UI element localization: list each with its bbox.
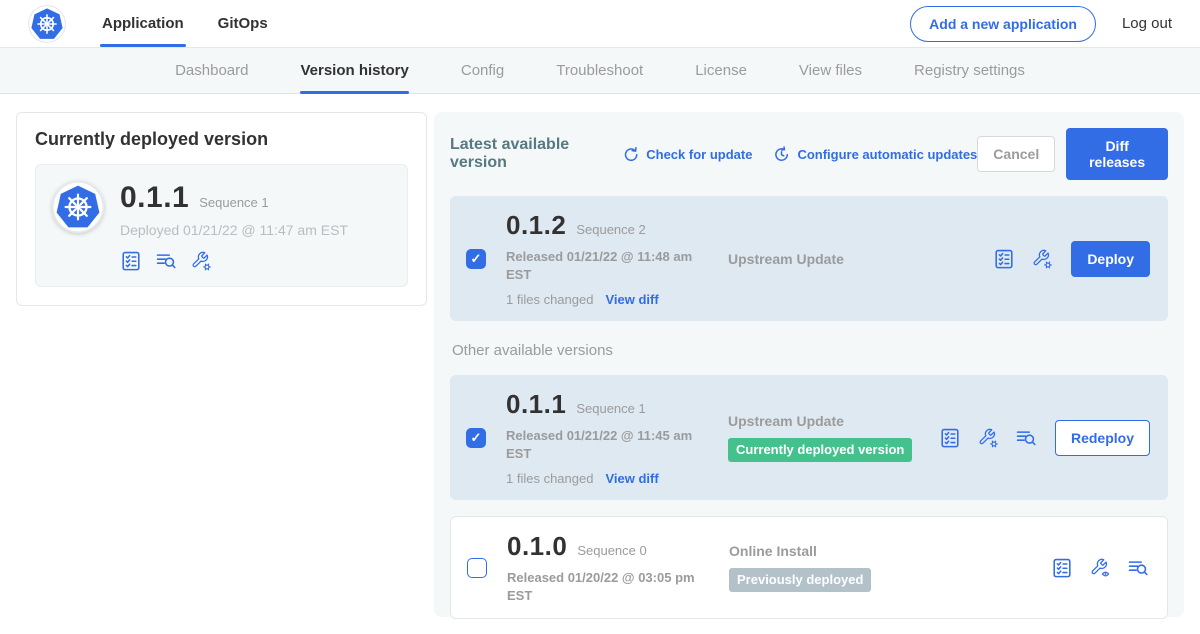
tab-view-files[interactable]: View files <box>799 48 862 93</box>
refresh-icon <box>621 145 640 164</box>
files-changed-label: 1 files changed <box>506 471 593 486</box>
release-notes-icon[interactable] <box>993 248 1015 270</box>
sequence-label: Sequence 2 <box>576 222 645 237</box>
release-notes-icon[interactable] <box>939 427 961 449</box>
version-checkbox[interactable]: ✓ <box>466 428 486 448</box>
version-checkbox[interactable] <box>467 558 487 578</box>
other-available-versions-title: Other available versions <box>452 342 1168 359</box>
deployed-sequence-label: Sequence 1 <box>199 195 268 210</box>
version-number: 0.1.1 <box>506 389 566 420</box>
kots-admin-console: Application GitOps Add a new application… <box>0 0 1200 634</box>
release-notes-icon[interactable] <box>120 250 142 272</box>
currently-deployed-card: Currently deployed version 0.1.1 Sequenc… <box>16 112 427 306</box>
version-history-page: Currently deployed version 0.1.1 Sequenc… <box>0 94 1200 634</box>
diff-releases-button[interactable]: Diff releases <box>1066 128 1168 180</box>
check-for-update-label: Check for update <box>646 147 752 162</box>
tab-troubleshoot[interactable]: Troubleshoot <box>556 48 643 93</box>
released-timestamp: Released 01/21/22 @ 11:48 am EST <box>506 248 702 283</box>
logout-link[interactable]: Log out <box>1122 15 1172 32</box>
deploy-logs-icon[interactable] <box>1015 427 1037 449</box>
version-row-0-1-2: ✓ 0.1.2 Sequence 2 Released 01/21/22 @ 1… <box>450 196 1168 321</box>
clock-refresh-icon <box>772 145 791 164</box>
deploy-logs-icon[interactable] <box>1127 557 1149 579</box>
view-config-icon[interactable] <box>1089 557 1111 579</box>
check-for-update-link[interactable]: Check for update <box>621 145 752 164</box>
tab-license[interactable]: License <box>695 48 747 93</box>
config-icon[interactable] <box>977 427 999 449</box>
deployed-version-number: 0.1.1 <box>120 181 189 215</box>
release-notes-icon[interactable] <box>1051 557 1073 579</box>
configure-automatic-updates-link[interactable]: Configure automatic updates <box>772 145 977 164</box>
currently-deployed-title: Currently deployed version <box>35 129 408 150</box>
configure-automatic-updates-label: Configure automatic updates <box>797 147 977 162</box>
app-logo[interactable] <box>28 0 66 47</box>
kubernetes-logo-icon <box>28 5 66 43</box>
config-icon[interactable] <box>1031 248 1053 270</box>
sequence-label: Sequence 1 <box>576 401 645 416</box>
version-row-0-1-0: 0.1.0 Sequence 0 Released 01/20/22 @ 03:… <box>450 516 1168 619</box>
currently-deployed-badge: Currently deployed version <box>728 438 912 462</box>
latest-available-title: Latest available version <box>450 136 601 172</box>
version-source-label: Upstream Update <box>728 413 939 429</box>
deployed-version-tile: 0.1.1 Sequence 1 Deployed 01/21/22 @ 11:… <box>35 164 408 287</box>
sequence-label: Sequence 0 <box>577 543 646 558</box>
deployed-timestamp: Deployed 01/21/22 @ 11:47 am EST <box>120 222 348 238</box>
view-diff-link[interactable]: View diff <box>605 471 658 486</box>
kubernetes-logo-icon <box>52 181 104 233</box>
version-number: 0.1.2 <box>506 210 566 241</box>
version-number: 0.1.0 <box>507 531 567 562</box>
version-row-0-1-1: ✓ 0.1.1 Sequence 1 Released 01/21/22 @ 1… <box>450 375 1168 500</box>
version-checkbox[interactable]: ✓ <box>466 249 486 269</box>
released-timestamp: Released 01/21/22 @ 11:45 am EST <box>506 427 702 462</box>
panel-header: Latest available version Check for updat… <box>450 128 1168 180</box>
deploy-logs-icon[interactable] <box>155 250 177 272</box>
tab-dashboard[interactable]: Dashboard <box>175 48 248 93</box>
files-changed-label: 1 files changed <box>506 292 593 307</box>
redeploy-button[interactable]: Redeploy <box>1055 420 1150 456</box>
topnav-tab-gitops[interactable]: GitOps <box>218 0 268 47</box>
topnav-spacer <box>302 0 910 47</box>
tab-registry-settings[interactable]: Registry settings <box>914 48 1025 93</box>
config-icon[interactable] <box>190 250 212 272</box>
cancel-button[interactable]: Cancel <box>977 136 1055 172</box>
app-icon <box>52 181 104 233</box>
tab-version-history[interactable]: Version history <box>300 48 408 93</box>
top-nav: Application GitOps Add a new application… <box>0 0 1200 48</box>
app-sub-nav: Dashboard Version history Config Trouble… <box>0 48 1200 94</box>
version-source-label: Online Install <box>729 543 1051 559</box>
previously-deployed-badge: Previously deployed <box>729 568 871 592</box>
topnav-tab-application[interactable]: Application <box>102 0 184 47</box>
add-new-application-button[interactable]: Add a new application <box>910 6 1096 42</box>
released-timestamp: Released 01/20/22 @ 03:05 pm EST <box>507 569 703 604</box>
available-versions-panel: Latest available version Check for updat… <box>434 112 1184 617</box>
version-source-label: Upstream Update <box>728 251 993 267</box>
deploy-button[interactable]: Deploy <box>1071 241 1150 277</box>
view-diff-link[interactable]: View diff <box>605 292 658 307</box>
tab-config[interactable]: Config <box>461 48 504 93</box>
